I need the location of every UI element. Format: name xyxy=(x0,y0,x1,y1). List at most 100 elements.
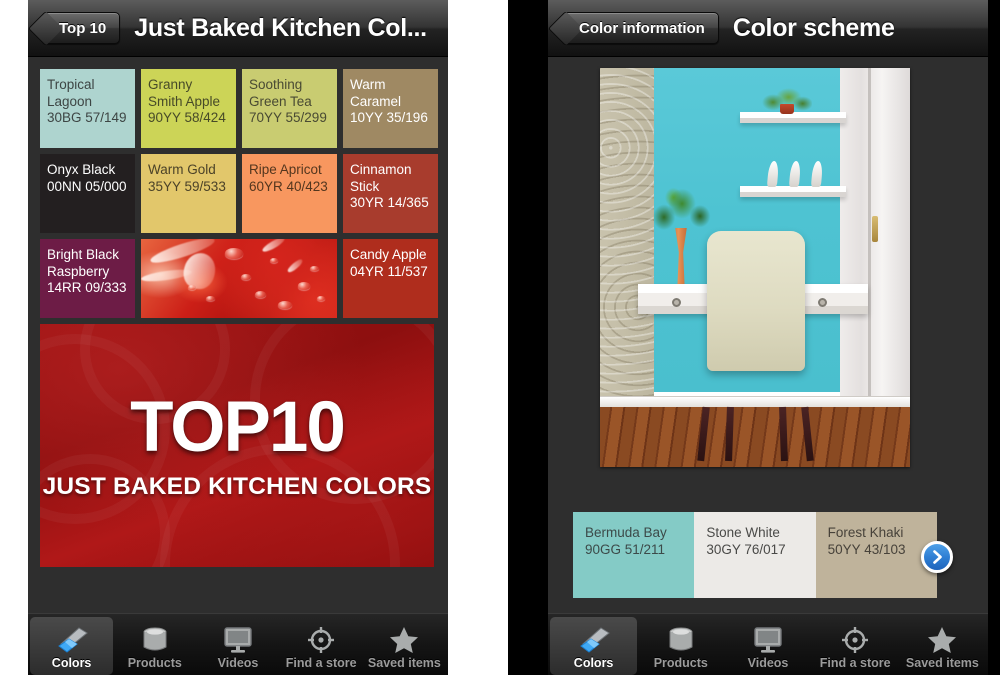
shelf-plant xyxy=(760,88,812,114)
left-screen: Top 10 Just Baked Kitchen Col... Tropica… xyxy=(28,0,448,675)
paintbrush-icon xyxy=(55,624,89,654)
swatch-name: Warm Gold xyxy=(148,162,216,177)
banner-subtitle: JUST BAKED KITCHEN COLORS xyxy=(42,472,432,500)
swatch-cinnamon-stick[interactable]: Cinnamon Stick 30YR 14/365 xyxy=(343,154,438,233)
paintbrush-icon xyxy=(577,624,611,654)
swatch-name: Bermuda Bay xyxy=(585,525,667,540)
swatch-tropical-lagoon[interactable]: Tropical Lagoon 30BG 57/149 xyxy=(40,69,135,148)
monitor-icon xyxy=(222,624,254,654)
tab-videos[interactable]: Videos xyxy=(196,617,279,675)
swatch-bright-black-raspberry[interactable]: Bright Black Raspberry 14RR 09/333 xyxy=(40,239,135,318)
baseboard xyxy=(600,396,910,407)
swatch-name: Tropical Lagoon xyxy=(47,77,95,109)
swatch-code: 90GG 51/211 xyxy=(585,542,666,557)
swatch-name: Ripe Apricot xyxy=(249,162,322,177)
swatch-granny-smith-apple[interactable]: Granny Smith Apple 90YY 58/424 xyxy=(141,69,236,148)
back-button-color-information[interactable]: Color information xyxy=(562,12,719,44)
swatch-warm-gold[interactable]: Warm Gold 35YY 59/533 xyxy=(141,154,236,233)
tab-label: Colors xyxy=(51,656,92,670)
lower-shelf xyxy=(740,186,846,197)
swatch-code: 60YR 40/423 xyxy=(249,178,328,194)
strawberry-photo-cell[interactable] xyxy=(141,239,337,318)
wood-floor xyxy=(600,401,910,467)
back-button-top10[interactable]: Top 10 xyxy=(42,12,121,44)
swatch-code: 04YR 11/537 xyxy=(350,263,428,279)
swatch-code: 30GY 76/017 xyxy=(706,542,786,557)
swatch-name: Bright Black Raspberry xyxy=(47,247,120,279)
chevron-right-icon xyxy=(929,549,945,565)
color-swatch-grid: Tropical Lagoon 30BG 57/149 Granny Smith… xyxy=(28,57,448,318)
tab-label: Videos xyxy=(217,656,259,670)
swatch-name: Soothing Green Tea xyxy=(249,77,312,109)
swatch-warm-caramel[interactable]: Warm Caramel 10YY 35/196 xyxy=(343,69,438,148)
swatch-code: 00NN 05/000 xyxy=(47,178,127,194)
strawberry-macro-photo xyxy=(141,239,337,318)
left-navbar: Top 10 Just Baked Kitchen Col... xyxy=(28,0,448,57)
tab-colors[interactable]: Colors xyxy=(550,617,638,675)
tab-label: Find a store xyxy=(819,656,891,670)
tab-colors[interactable]: Colors xyxy=(30,617,114,675)
tab-label: Find a store xyxy=(285,656,357,670)
swatch-name: Granny Smith Apple xyxy=(148,77,221,109)
swatch-name: Warm Caramel xyxy=(350,77,402,109)
top10-promo-banner[interactable]: TOP10 JUST BAKED KITCHEN COLORS xyxy=(40,324,434,567)
left-tabbar: Colors Products Videos Find a store Save… xyxy=(28,613,448,675)
left-body: Tropical Lagoon 30BG 57/149 Granny Smith… xyxy=(28,57,448,613)
swatch-code: 10YY 35/196 xyxy=(350,110,428,125)
scheme-swatch-forest-khaki[interactable]: Forest Khaki 50YY 43/103 xyxy=(815,512,937,598)
tab-products[interactable]: Products xyxy=(637,617,724,675)
tab-products[interactable]: Products xyxy=(113,617,196,675)
swatch-code: 90YY 58/424 xyxy=(148,110,226,125)
star-icon xyxy=(388,624,420,654)
crosshair-icon xyxy=(840,624,870,654)
right-screen: Color information Color scheme Bermuda B… xyxy=(548,0,988,675)
left-page-title: Just Baked Kitchen Col... xyxy=(134,13,427,42)
paint-can-icon xyxy=(139,624,171,654)
right-page-title: Color scheme xyxy=(732,13,895,42)
color-scheme-strip: Bermuda Bay 90GG 51/211 Stone White 30GY… xyxy=(570,509,953,601)
tab-label: Saved items xyxy=(367,656,441,670)
monitor-icon xyxy=(752,624,784,654)
right-tabbar: Colors Products Videos Find a store Save… xyxy=(548,613,988,675)
cream-chair xyxy=(707,231,805,371)
swatch-name: Forest Khaki xyxy=(827,525,904,540)
tab-label: Saved items xyxy=(905,656,979,670)
phone-left: Top 10 Just Baked Kitchen Col... Tropica… xyxy=(28,0,448,675)
swatch-name: Candy Apple xyxy=(350,247,427,262)
swatch-code: 14RR 09/333 xyxy=(47,280,127,295)
tab-saved-items[interactable]: Saved items xyxy=(363,617,446,675)
swatch-soothing-green-tea[interactable]: Soothing Green Tea 70YY 55/299 xyxy=(242,69,337,148)
tab-label: Videos xyxy=(747,656,789,670)
banner-title: TOP10 xyxy=(130,387,346,467)
swatch-code: 30YR 14/365 xyxy=(350,195,429,210)
swatch-candy-apple[interactable]: Candy Apple 04YR 11/537 xyxy=(343,239,438,318)
swatch-onyx-black[interactable]: Onyx Black 00NN 05/000 xyxy=(40,154,135,233)
back-button-label: Color information xyxy=(579,19,705,37)
scheme-swatch-stone-white[interactable]: Stone White 30GY 76/017 xyxy=(694,512,816,598)
scheme-swatch-bermuda-bay[interactable]: Bermuda Bay 90GG 51/211 xyxy=(573,512,695,598)
swatch-name: Onyx Black xyxy=(47,162,116,177)
swatch-code: 70YY 55/299 xyxy=(249,110,327,125)
tab-videos[interactable]: Videos xyxy=(724,617,811,675)
swatch-code: 50YY 43/103 xyxy=(827,542,906,557)
swatch-name: Cinnamon Stick xyxy=(350,162,412,194)
paint-can-icon xyxy=(665,624,697,654)
turquoise-desk-nook-room-photo[interactable] xyxy=(600,68,910,467)
next-scheme-button[interactable] xyxy=(921,541,953,573)
tab-find-a-store[interactable]: Find a store xyxy=(812,617,899,675)
swatch-code: 30BG 57/149 xyxy=(47,110,127,125)
tab-find-a-store[interactable]: Find a store xyxy=(280,617,363,675)
right-body: Bermuda Bay 90GG 51/211 Stone White 30GY… xyxy=(548,57,988,613)
tab-label: Products xyxy=(127,656,182,670)
tab-saved-items[interactable]: Saved items xyxy=(899,617,986,675)
back-button-label: Top 10 xyxy=(59,19,107,37)
shelf-figurines xyxy=(766,158,828,187)
swatch-ripe-apricot[interactable]: Ripe Apricot 60YR 40/423 xyxy=(242,154,337,233)
crosshair-icon xyxy=(306,624,336,654)
swatch-code: 35YY 59/533 xyxy=(148,178,226,194)
tab-label: Products xyxy=(653,656,708,670)
right-navbar: Color information Color scheme xyxy=(548,0,988,57)
swatch-name: Stone White xyxy=(706,525,780,540)
star-icon xyxy=(926,624,958,654)
cabinet-handle xyxy=(872,216,878,242)
